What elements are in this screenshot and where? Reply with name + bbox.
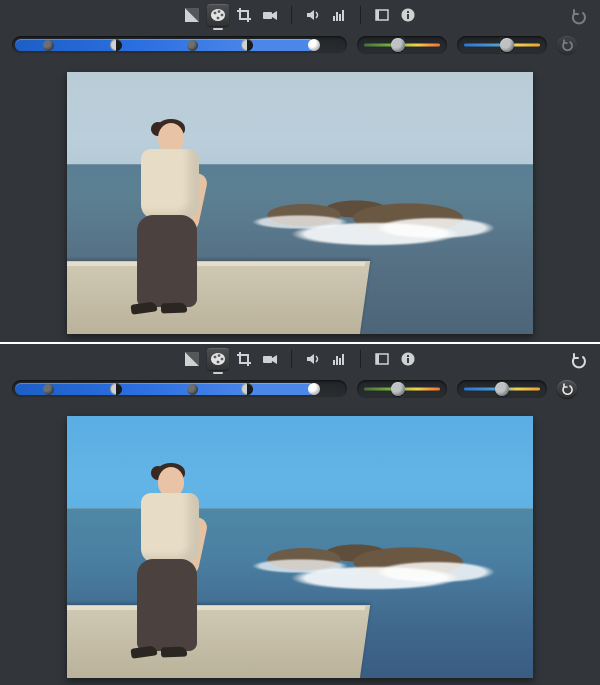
- color-palette-icon: [210, 351, 226, 367]
- undo-icon: [570, 352, 588, 370]
- equalizer-button[interactable]: [328, 348, 350, 370]
- volume-button[interactable]: [302, 4, 324, 26]
- slider-fill: [15, 383, 315, 395]
- auto-enhance-icon: [184, 351, 200, 367]
- clip-overlay-button[interactable]: [371, 348, 393, 370]
- crop-button[interactable]: [233, 4, 255, 26]
- highlights-handle[interactable]: [307, 377, 321, 401]
- slider-fill: [15, 39, 315, 51]
- temperature-knob[interactable]: [495, 382, 509, 396]
- equalizer-icon: [331, 351, 347, 367]
- overlay-icon: [374, 351, 390, 367]
- temperature-slider[interactable]: [457, 36, 547, 54]
- equalizer-button[interactable]: [328, 4, 350, 26]
- video-preview-before: [67, 72, 533, 334]
- reset-adjustments-button[interactable]: [557, 36, 577, 54]
- saturation-slider[interactable]: [357, 380, 447, 398]
- toolbar-separator: [360, 350, 361, 368]
- adjustment-sliders-row: [0, 30, 600, 64]
- contrast-handle[interactable]: [240, 33, 254, 57]
- reset-adjustments-button[interactable]: [557, 380, 577, 398]
- toolbar-separator: [291, 350, 292, 368]
- equalizer-icon: [331, 7, 347, 23]
- exposure-multi-slider[interactable]: [12, 380, 347, 398]
- auto-enhance-button[interactable]: [181, 4, 203, 26]
- stabilize-button[interactable]: [259, 4, 281, 26]
- stabilize-button[interactable]: [259, 348, 281, 370]
- undo-button[interactable]: [568, 350, 590, 372]
- saturation-knob[interactable]: [391, 382, 405, 396]
- blacks-handle[interactable]: [109, 33, 123, 57]
- undo-button[interactable]: [568, 6, 590, 28]
- auto-enhance-icon: [184, 7, 200, 23]
- clip-overlay-button[interactable]: [371, 4, 393, 26]
- video-camera-icon: [262, 7, 278, 23]
- color-palette-icon: [210, 7, 226, 23]
- shadows-handle[interactable]: [42, 377, 56, 401]
- auto-enhance-button[interactable]: [181, 348, 203, 370]
- volume-icon: [305, 7, 321, 23]
- adjust-toolbar: [0, 344, 600, 374]
- temperature-slider[interactable]: [457, 380, 547, 398]
- highlights-handle[interactable]: [307, 33, 321, 57]
- adjustment-sliders-row: [0, 374, 600, 408]
- crop-icon: [236, 7, 252, 23]
- video-camera-icon: [262, 351, 278, 367]
- color-adjust-panel-after: [0, 342, 600, 685]
- toolbar-separator: [360, 6, 361, 24]
- shadows-handle[interactable]: [42, 33, 56, 57]
- midtones-handle[interactable]: [186, 33, 200, 57]
- info-icon: [400, 7, 416, 23]
- midtones-handle[interactable]: [186, 377, 200, 401]
- blacks-handle[interactable]: [109, 377, 123, 401]
- temperature-knob[interactable]: [500, 38, 514, 52]
- crop-icon: [236, 351, 252, 367]
- saturation-knob[interactable]: [391, 38, 405, 52]
- adjust-toolbar: [0, 0, 600, 30]
- exposure-multi-slider[interactable]: [12, 36, 347, 54]
- contrast-handle[interactable]: [240, 377, 254, 401]
- volume-icon: [305, 351, 321, 367]
- info-button[interactable]: [397, 348, 419, 370]
- saturation-slider[interactable]: [357, 36, 447, 54]
- crop-button[interactable]: [233, 348, 255, 370]
- info-icon: [400, 351, 416, 367]
- volume-button[interactable]: [302, 348, 324, 370]
- color-adjust-button[interactable]: [207, 4, 229, 26]
- reset-icon: [561, 39, 573, 51]
- undo-icon: [570, 8, 588, 26]
- video-preview-after: [67, 416, 533, 678]
- color-adjust-button[interactable]: [207, 348, 229, 370]
- toolbar-separator: [291, 6, 292, 24]
- overlay-icon: [374, 7, 390, 23]
- reset-icon: [561, 383, 573, 395]
- info-button[interactable]: [397, 4, 419, 26]
- color-adjust-panel-before: [0, 0, 600, 342]
